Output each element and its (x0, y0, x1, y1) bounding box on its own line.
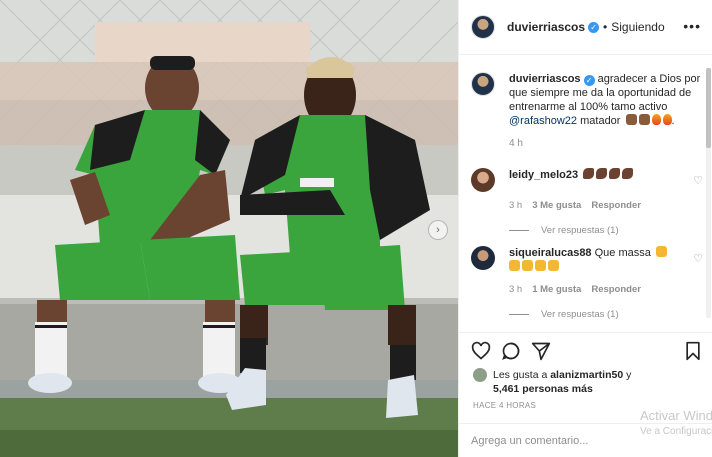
caption-body-end: matador (580, 115, 621, 127)
action-icons-row (471, 341, 703, 363)
scrollbar-thumb[interactable] (706, 68, 711, 148)
caption-avatar[interactable] (471, 72, 495, 96)
pencil-emoji-icon (638, 114, 650, 125)
fire-emoji-icon (662, 114, 672, 125)
comment-time[interactable]: 3 h (509, 284, 522, 295)
view-replies-button[interactable]: Ver respuestas (1) (509, 309, 707, 320)
comment-likes-count[interactable]: 3 Me gusta (532, 200, 581, 211)
bookmark-icon[interactable] (683, 341, 703, 361)
comment-avatar[interactable] (471, 168, 495, 192)
caption-text: duvierriascos ✓ agradecer a Dios por que … (509, 73, 701, 127)
comment-icon[interactable] (501, 341, 521, 361)
liker-avatar[interactable] (473, 368, 487, 382)
follow-status-button[interactable]: Siguiendo (611, 20, 664, 34)
carousel-next-button[interactable]: › (428, 220, 448, 240)
view-replies-label: Ver respuestas (1) (541, 225, 619, 236)
comment-reply-button[interactable]: Responder (591, 284, 641, 295)
clapping-hands-emoji-icon (509, 260, 520, 271)
clapping-hands-emoji-icon (535, 260, 546, 271)
comment-avatar[interactable] (471, 246, 495, 270)
comment-like-heart-icon[interactable]: ♡ (693, 252, 703, 265)
header-username[interactable]: duvierriascos (507, 20, 585, 34)
post-date[interactable]: HACE 4 HORAS (473, 401, 536, 410)
flexed-biceps-emoji-icon (583, 168, 595, 179)
separator-dot: • (603, 20, 608, 34)
comment-time[interactable]: 3 h (509, 200, 522, 211)
comments-section[interactable]: duvierriascos ✓ agradecer a Dios por que … (459, 56, 712, 332)
replies-divider (509, 230, 529, 231)
comment-text: leidy_melo23 (509, 168, 689, 192)
post-side-panel: duvierriascos ✓ • Siguiendo ••• duvierri… (458, 0, 712, 457)
view-replies-label: Ver respuestas (1) (541, 309, 619, 320)
likes-conjunction: y (626, 369, 632, 381)
view-replies-button[interactable]: Ver respuestas (1) (509, 225, 707, 236)
clapping-hands-emoji-icon (548, 260, 559, 271)
flexed-biceps-emoji-icon (622, 168, 634, 179)
comment-text: siqueiralucas88 Que massa (509, 246, 689, 274)
likes-count[interactable]: 5,461 personas más (493, 383, 593, 395)
post-photo[interactable]: › (0, 0, 458, 457)
post-header: duvierriascos ✓ • Siguiendo ••• (459, 0, 712, 55)
comment-body: Que massa (594, 247, 651, 259)
caption-username[interactable]: duvierriascos (509, 73, 581, 85)
watermark-line-2: Ve a Configuración (640, 426, 712, 437)
avatar[interactable] (471, 15, 495, 39)
flexed-biceps-emoji-icon (596, 168, 608, 179)
liker-username[interactable]: alanizmartin50 (550, 369, 623, 381)
comment-item: siqueiralucas88 Que massa ♡ 3 h 1 Me gus… (471, 246, 707, 320)
comment-item: leidy_melo23 ♡ 3 h 3 Me gusta Responder … (471, 168, 707, 236)
photo-two-players (0, 0, 458, 457)
comment-like-heart-icon[interactable]: ♡ (693, 174, 703, 187)
watermark-line-1: Activar Windows (640, 408, 712, 423)
pencil-emoji-icon (625, 114, 637, 125)
windows-activation-watermark: Activar Windows Ve a Configuración (640, 408, 712, 440)
comment-username[interactable]: siqueiralucas88 (509, 247, 592, 259)
comment-username[interactable]: leidy_melo23 (509, 169, 578, 181)
likes-summary: Les gusta a alanizmartin50 y 5,461 perso… (473, 368, 631, 396)
replies-divider (509, 314, 529, 315)
clapping-hands-emoji-icon (655, 246, 667, 257)
heart-icon[interactable] (471, 341, 491, 361)
more-options-icon[interactable]: ••• (683, 18, 701, 34)
comment-likes-count[interactable]: 1 Me gusta (532, 284, 581, 295)
fire-emoji-icon (651, 114, 661, 125)
verified-badge-icon: ✓ (588, 21, 600, 33)
post-caption: duvierriascos ✓ agradecer a Dios por que … (471, 72, 703, 149)
comment-reply-button[interactable]: Responder (591, 200, 641, 211)
caption-mention-link[interactable]: @rafashow22 (509, 115, 577, 127)
caption-time[interactable]: 4 h (509, 138, 703, 149)
share-icon[interactable] (531, 341, 551, 361)
clapping-hands-emoji-icon (522, 260, 533, 271)
comment-meta: 3 h 3 Me gusta Responder (509, 200, 707, 211)
comment-meta: 3 h 1 Me gusta Responder (509, 284, 707, 295)
flexed-biceps-emoji-icon (609, 168, 621, 179)
likes-prefix: Les gusta a (493, 369, 548, 381)
verified-badge-icon: ✓ (583, 75, 595, 86)
